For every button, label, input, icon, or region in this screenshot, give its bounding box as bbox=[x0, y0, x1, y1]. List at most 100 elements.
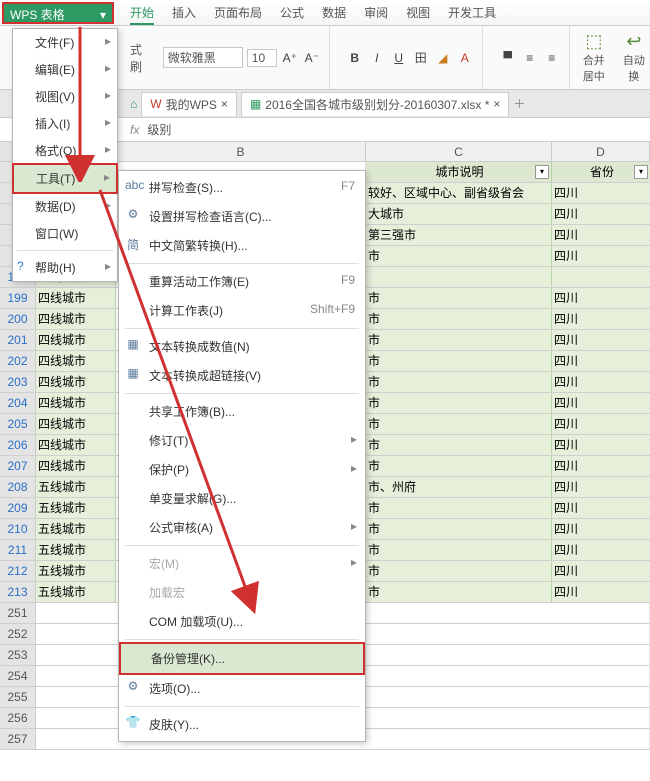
align-mid-icon[interactable]: ≡ bbox=[521, 49, 539, 67]
font-color-icon[interactable]: A bbox=[456, 49, 474, 67]
submenu-spell-lang[interactable]: ⚙设置拼写检查语言(C)... bbox=[119, 202, 365, 231]
row-number[interactable]: 213 bbox=[0, 582, 36, 602]
cell[interactable]: 四川 bbox=[552, 498, 650, 518]
close-icon[interactable]: × bbox=[493, 97, 500, 111]
cell[interactable]: 市 bbox=[366, 456, 552, 476]
tab-dev[interactable]: 开发工具 bbox=[448, 4, 496, 25]
align-top-icon[interactable]: ▀ bbox=[499, 49, 517, 67]
menu-window[interactable]: 窗口(W) bbox=[13, 220, 117, 247]
add-tab-icon[interactable]: ＋ bbox=[513, 95, 525, 112]
tab-file[interactable]: ▦ 2016全国各城市级别划分-20160307.xlsx * × bbox=[241, 92, 509, 116]
menu-edit[interactable]: 编辑(E) bbox=[13, 56, 117, 83]
align-left-icon[interactable]: ≡ bbox=[543, 49, 561, 67]
cell[interactable]: 四线城市 bbox=[36, 309, 116, 329]
cell[interactable]: 四川 bbox=[552, 561, 650, 581]
cell[interactable]: 五线城市 bbox=[36, 519, 116, 539]
menu-data[interactable]: 数据(D) bbox=[13, 193, 117, 220]
increase-font-icon[interactable]: A⁺ bbox=[281, 49, 299, 67]
merge-button[interactable]: ⬚合并居中 bbox=[578, 31, 610, 84]
header-province[interactable]: 省份▾ bbox=[552, 162, 650, 182]
cell[interactable]: 市 bbox=[366, 414, 552, 434]
row-number[interactable]: 205 bbox=[0, 414, 36, 434]
row-number[interactable]: 200 bbox=[0, 309, 36, 329]
cell[interactable]: 四川 bbox=[552, 414, 650, 434]
cell[interactable]: 四川 bbox=[552, 456, 650, 476]
cell[interactable]: 四川 bbox=[552, 372, 650, 392]
cell[interactable]: 市 bbox=[366, 435, 552, 455]
row-number[interactable]: 202 bbox=[0, 351, 36, 371]
cell[interactable]: 四川 bbox=[552, 225, 650, 245]
bold-icon[interactable]: B bbox=[346, 49, 364, 67]
cell[interactable]: 四川 bbox=[552, 582, 650, 602]
cell[interactable]: 较好、区域中心、副省级省会 bbox=[366, 183, 552, 203]
submenu-goal[interactable]: 单变量求解(G)... bbox=[119, 484, 365, 513]
cell[interactable]: 五线城市 bbox=[36, 477, 116, 497]
cell[interactable]: 五线城市 bbox=[36, 498, 116, 518]
cell[interactable]: 四川 bbox=[552, 519, 650, 539]
cell[interactable]: 市 bbox=[366, 351, 552, 371]
col-C[interactable]: C bbox=[366, 142, 552, 161]
cell[interactable] bbox=[552, 267, 650, 287]
cell[interactable]: 市 bbox=[366, 330, 552, 350]
cell[interactable]: 四川 bbox=[552, 246, 650, 266]
row-number[interactable]: 199 bbox=[0, 288, 36, 308]
cell[interactable]: 四川 bbox=[552, 309, 650, 329]
cell[interactable]: 市 bbox=[366, 288, 552, 308]
format-painter[interactable]: 式刷 bbox=[130, 41, 147, 75]
row-number[interactable]: 211 bbox=[0, 540, 36, 560]
cell[interactable]: 市 bbox=[366, 519, 552, 539]
fx-icon[interactable]: fx bbox=[130, 123, 139, 137]
close-icon[interactable]: × bbox=[221, 97, 228, 111]
menu-tools[interactable]: 工具(T) bbox=[12, 163, 118, 194]
fill-color-icon[interactable]: ◢ bbox=[434, 49, 452, 67]
cell[interactable]: 四线城市 bbox=[36, 372, 116, 392]
cell[interactable]: 市 bbox=[366, 372, 552, 392]
home-icon[interactable]: ⌂ bbox=[130, 97, 137, 111]
menu-view[interactable]: 视图(V) bbox=[13, 83, 117, 110]
row-number[interactable]: 210 bbox=[0, 519, 36, 539]
cell[interactable]: 市 bbox=[366, 561, 552, 581]
row-number[interactable]: 251 bbox=[0, 603, 36, 623]
row-number[interactable]: 212 bbox=[0, 561, 36, 581]
cell[interactable]: 五线城市 bbox=[36, 561, 116, 581]
tab-layout[interactable]: 页面布局 bbox=[214, 4, 262, 25]
filter-icon[interactable]: ▾ bbox=[634, 165, 648, 179]
cell[interactable]: 四川 bbox=[552, 183, 650, 203]
row-number[interactable]: 256 bbox=[0, 708, 36, 728]
row-number[interactable]: 207 bbox=[0, 456, 36, 476]
cell[interactable]: 四线城市 bbox=[36, 393, 116, 413]
row-number[interactable]: 204 bbox=[0, 393, 36, 413]
col-D[interactable]: D bbox=[552, 142, 650, 161]
app-menu-button[interactable]: WPS 表格 bbox=[2, 2, 114, 24]
cell[interactable]: 市 bbox=[366, 309, 552, 329]
menu-help[interactable]: ?帮助(H) bbox=[13, 254, 117, 281]
cell[interactable]: 四线城市 bbox=[36, 456, 116, 476]
submenu-audit[interactable]: 公式审核(A) bbox=[119, 513, 365, 542]
row-number[interactable]: 209 bbox=[0, 498, 36, 518]
submenu-revision[interactable]: 修订(T) bbox=[119, 426, 365, 455]
submenu-cjk[interactable]: 简中文简繁转换(H)... bbox=[119, 231, 365, 260]
cell[interactable]: 四线城市 bbox=[36, 435, 116, 455]
cell[interactable]: 大城市 bbox=[366, 204, 552, 224]
cell[interactable]: 四川 bbox=[552, 288, 650, 308]
cell[interactable] bbox=[366, 267, 552, 287]
submenu-calc-sheet[interactable]: 计算工作表(J)Shift+F9 bbox=[119, 296, 365, 325]
submenu-text2num[interactable]: ▦文本转换成数值(N) bbox=[119, 332, 365, 361]
cell[interactable]: 四线城市 bbox=[36, 330, 116, 350]
cell[interactable]: 四川 bbox=[552, 540, 650, 560]
cell[interactable]: 第三强市 bbox=[366, 225, 552, 245]
row-number[interactable]: 257 bbox=[0, 729, 36, 749]
cell[interactable]: 四川 bbox=[552, 330, 650, 350]
cell[interactable]: 市、州府 bbox=[366, 477, 552, 497]
font-size-combo[interactable]: 10 bbox=[247, 49, 277, 67]
row-number[interactable]: 255 bbox=[0, 687, 36, 707]
submenu-text2link[interactable]: ▦文本转换成超链接(V) bbox=[119, 361, 365, 390]
tab-view[interactable]: 视图 bbox=[406, 4, 430, 25]
cell[interactable]: 五线城市 bbox=[36, 582, 116, 602]
border-icon[interactable]: 田 bbox=[412, 49, 430, 67]
cell[interactable]: 市 bbox=[366, 498, 552, 518]
tab-mywps[interactable]: W 我的WPS × bbox=[141, 92, 237, 116]
menu-file[interactable]: 文件(F) bbox=[13, 29, 117, 56]
cell[interactable]: 四线城市 bbox=[36, 414, 116, 434]
col-B[interactable]: B bbox=[116, 142, 366, 161]
